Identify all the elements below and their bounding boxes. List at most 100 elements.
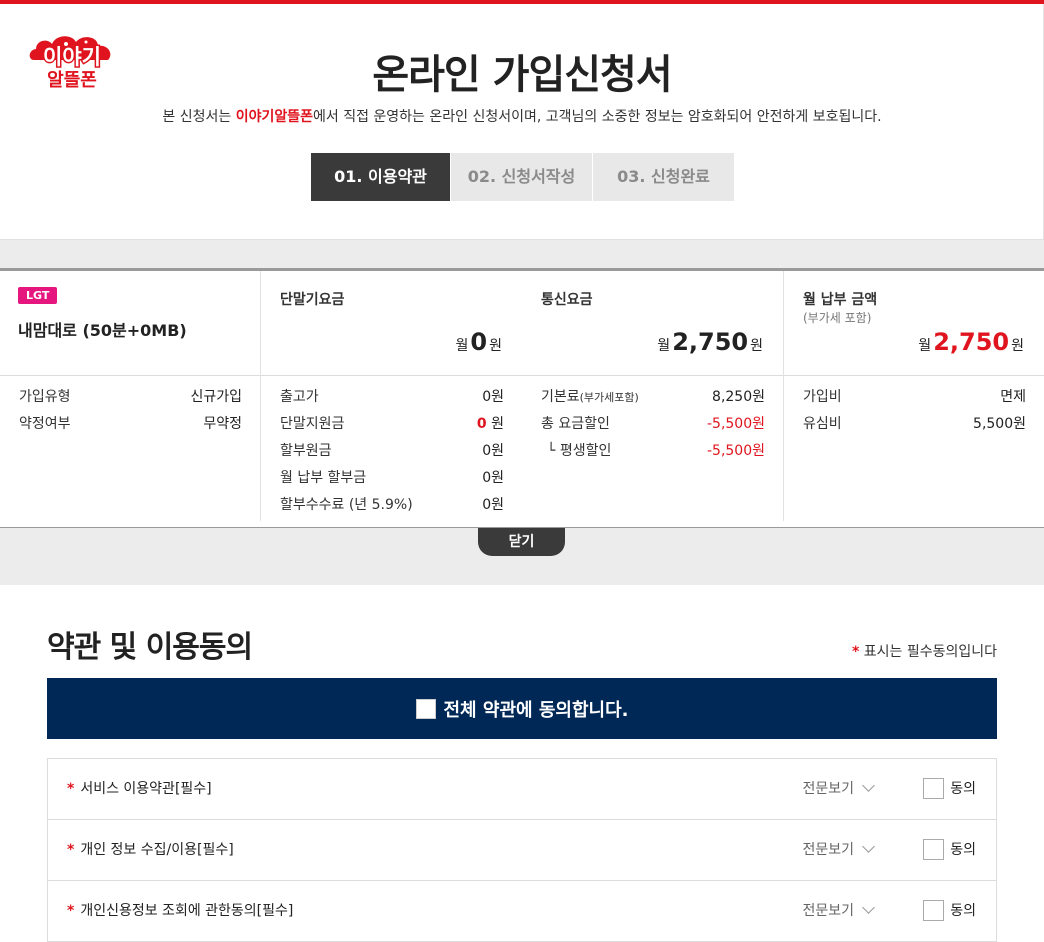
required-star: *: [67, 903, 75, 919]
required-note-text: 표시는 필수동의입니다: [863, 644, 997, 660]
row-value: 0원: [482, 443, 504, 459]
agree-label: 동의: [950, 781, 976, 797]
term-label: * 서비스 이용약관[필수]: [67, 759, 212, 820]
terms-section-title: 약관 및 이용동의: [47, 630, 253, 665]
info-row: 출고가 0원: [280, 384, 504, 411]
term-item: * 서비스 이용약관[필수] 전문보기 동의: [48, 759, 996, 820]
carrier-badge: LGT: [18, 287, 58, 304]
chevron-down-icon: [862, 901, 875, 914]
price-value: 2,750: [933, 328, 1010, 356]
row-key-note: (부가세포함): [579, 391, 639, 404]
row-key: 할부원금: [280, 443, 332, 459]
plan-summary-panel: LGT 내맘대로 (50분+0MB) 가입유형 신규가입 약정여부 무약정 단말기요…: [0, 268, 1044, 528]
info-row: 월 납부 할부금 0원: [280, 465, 504, 492]
plan-rows: 가입유형 신규가입 약정여부 무약정: [19, 376, 242, 438]
info-row: 할부원금 0원: [280, 438, 504, 465]
row-key-main: 기본료: [541, 389, 580, 405]
device-rows: 출고가 0원 단말지원금 0 원 할부원금 0원 월 납부 할부금 0원 할부수수료 (…: [280, 376, 504, 519]
info-row: 약정여부 무약정: [19, 411, 242, 438]
term-item: * 개인 정보 수집/이용[필수] 전문보기 동의: [48, 820, 996, 881]
price-prefix: 월: [918, 338, 932, 354]
term-label: * 개인신용정보 조회에 관한동의[필수]: [67, 881, 293, 942]
agree-all-checkbox[interactable]: [415, 698, 436, 719]
subtitle-suffix: 에서 직접 운영하는 온라인 신청서이며, 고객님의 소중한 정보는 암호화되어…: [312, 109, 882, 125]
required-star: *: [67, 781, 75, 797]
agree-label: 동의: [950, 903, 976, 919]
required-note: * 표시는 필수동의입니다: [852, 641, 997, 661]
agree-checkbox[interactable]: [923, 777, 945, 799]
row-value: 신규가입: [190, 389, 242, 405]
row-key: 가입유형: [19, 389, 71, 405]
row-value: -5,500원: [706, 443, 765, 459]
monthly-head: 월 납부 금액 (부가세 포함) 월2,750 원: [784, 271, 1044, 376]
view-full-label: 전문보기: [802, 842, 854, 858]
terms-list: * 서비스 이용약관[필수] 전문보기 동의 * 개인 정보 수집/이용[필수] 전…: [47, 758, 997, 942]
monthly-subtitle: (부가세 포함): [803, 311, 872, 325]
telecom-price: 월2,750 원: [657, 328, 763, 356]
chevron-down-icon: [862, 779, 875, 792]
telecom-head: 통신요금 월2,750 원: [522, 271, 783, 376]
agree-all-bar[interactable]: 전체 약관에 동의합니다.: [47, 678, 997, 739]
view-full-label: 전문보기: [802, 781, 854, 797]
term-label-text: 개인 정보 수집/이용[필수]: [80, 842, 234, 858]
step-2-application[interactable]: 02. 신청서작성: [451, 153, 592, 201]
info-row: 단말지원금 0 원: [280, 411, 504, 438]
price-unit: 원: [750, 338, 763, 354]
info-row: 기본료(부가세포함) 8,250원: [541, 384, 765, 411]
row-key: 약정여부: [19, 416, 71, 432]
price-value: 0: [470, 328, 488, 356]
plan-name: 내맘대로 (50분+0MB): [18, 321, 187, 340]
monthly-rows: 가입비 면제 유심비 5,500원: [803, 376, 1026, 438]
info-row: 유심비 5,500원: [803, 411, 1026, 438]
telecom-rows: 기본료(부가세포함) 8,250원 총 요금할인 -5,500원 └ 평생할인 -5,…: [541, 376, 765, 465]
agree-checkbox-group[interactable]: 동의: [923, 881, 976, 942]
subtitle-prefix: 본 신청서는: [162, 109, 236, 125]
info-row: 가입비 면제: [803, 384, 1026, 411]
view-full-button[interactable]: 전문보기: [802, 759, 875, 820]
subtitle-brand: 이야기알뜰폰: [235, 109, 313, 125]
step-1-terms[interactable]: 01. 이용약관: [311, 153, 450, 201]
agree-checkbox[interactable]: [923, 838, 945, 860]
plan-head: LGT 내맘대로 (50분+0MB): [0, 271, 260, 376]
view-full-label: 전문보기: [802, 903, 854, 919]
row-value: 8,250원: [712, 389, 765, 405]
row-key: 총 요금할인: [541, 416, 610, 432]
page-header: 이야기 알뜰폰 온라인 가입신청서 본 신청서는 이야기알뜰폰에서 직접 운영하…: [0, 4, 1044, 239]
summary-telecom-column: 통신요금 월2,750 원 기본료(부가세포함) 8,250원 총 요금할인 -5,5…: [522, 271, 784, 521]
term-label-text: 개인신용정보 조회에 관한동의[필수]: [80, 903, 294, 919]
row-value: 0원: [482, 497, 504, 513]
agree-checkbox-group[interactable]: 동의: [923, 759, 976, 820]
telecom-title: 통신요금: [541, 292, 593, 308]
row-value: 5,500원: [973, 416, 1026, 432]
row-value: 0원: [482, 389, 504, 405]
summary-plan-column: LGT 내맘대로 (50분+0MB) 가입유형 신규가입 약정여부 무약정: [0, 271, 261, 521]
required-star: *: [851, 644, 860, 660]
subsidy-unit: 원: [486, 416, 504, 432]
device-title: 단말기요금: [280, 292, 345, 308]
agree-checkbox[interactable]: [923, 899, 945, 921]
row-value: -5,500원: [706, 416, 765, 432]
page-title: 온라인 가입신청서: [372, 52, 672, 98]
term-item: * 개인신용정보 조회에 관한동의[필수] 전문보기 동의: [48, 881, 996, 942]
row-value: 무약정: [203, 416, 242, 432]
required-star: *: [67, 842, 75, 858]
view-full-button[interactable]: 전문보기: [802, 820, 875, 881]
device-head: 단말기요금 월0 원: [261, 271, 522, 376]
row-value: 0 원: [477, 411, 504, 438]
info-row: └ 평생할인 -5,500원: [541, 438, 765, 465]
view-full-button[interactable]: 전문보기: [802, 881, 875, 942]
monthly-price: 월2,750 원: [918, 328, 1024, 356]
subsidy-value: 0: [476, 416, 487, 432]
step-indicator: 01. 이용약관 02. 신청서작성 03. 신청완료: [311, 153, 734, 201]
row-value: 0원: [482, 470, 504, 486]
term-label-text: 서비스 이용약관[필수]: [80, 781, 212, 797]
page-subtitle: 본 신청서는 이야기알뜰폰에서 직접 운영하는 온라인 신청서이며, 고객님의 …: [0, 106, 1044, 126]
close-summary-button[interactable]: 닫기: [478, 528, 565, 556]
agree-checkbox-group[interactable]: 동의: [923, 820, 976, 881]
row-key: 월 납부 할부금: [280, 470, 367, 486]
summary-top-band: [0, 239, 1044, 268]
step-3-complete[interactable]: 03. 신청완료: [593, 153, 734, 201]
row-key: 단말지원금: [280, 416, 345, 432]
monthly-title: 월 납부 금액: [803, 292, 878, 308]
price-prefix: 월: [657, 338, 671, 354]
